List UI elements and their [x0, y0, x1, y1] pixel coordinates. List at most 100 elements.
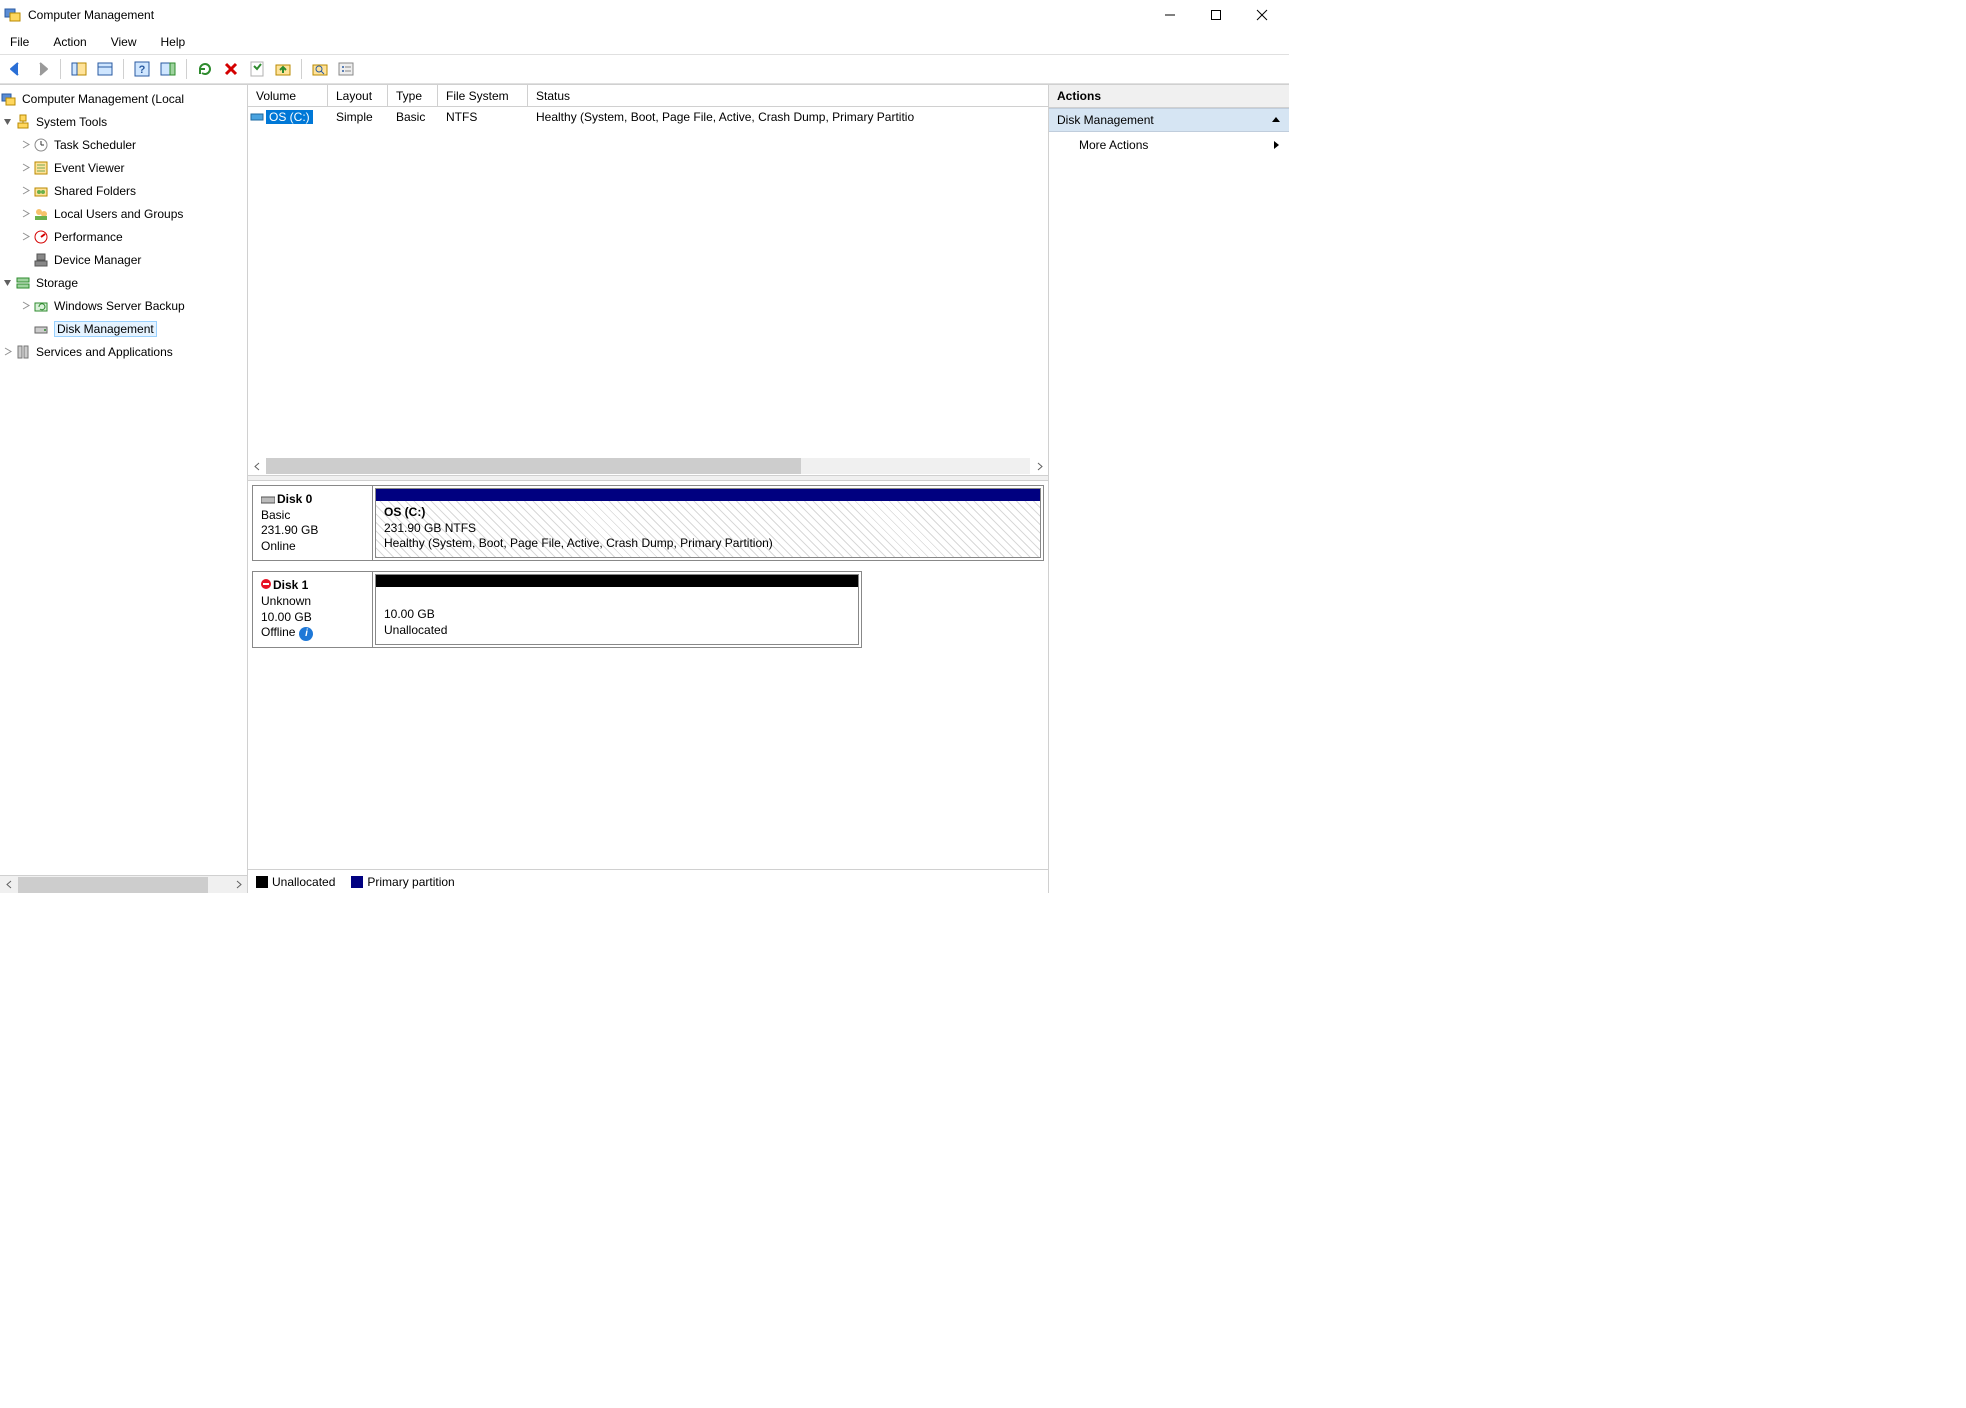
content: Computer Management (Local System Tools …	[0, 84, 1289, 893]
tree-storage[interactable]: Storage	[0, 271, 247, 294]
info-icon[interactable]: i	[299, 627, 313, 641]
scroll-track[interactable]	[266, 458, 1030, 474]
menu-file[interactable]: File	[6, 33, 33, 51]
disk-row-1[interactable]: Disk 1 Unknown 10.00 GB Offlinei 10.00 G…	[252, 571, 862, 647]
tree-local-users[interactable]: Local Users and Groups	[0, 202, 247, 225]
actions-section[interactable]: Disk Management	[1049, 108, 1289, 132]
minimize-button[interactable]	[1147, 0, 1193, 30]
volume-row[interactable]: OS (C:) Simple Basic NTFS Healthy (Syste…	[248, 107, 1048, 127]
tree-devmgr-label: Device Manager	[54, 253, 141, 267]
properties-button[interactable]	[93, 57, 117, 81]
volume-grid-header: Volume Layout Type File System Status	[248, 85, 1048, 107]
menu-action[interactable]: Action	[49, 33, 90, 51]
help-button[interactable]: ?	[130, 57, 154, 81]
actions-more[interactable]: More Actions	[1049, 132, 1289, 158]
chevron-right-icon[interactable]	[18, 140, 32, 149]
legend-primary: Primary partition	[351, 875, 454, 889]
actions-section-label: Disk Management	[1057, 113, 1154, 127]
disk1-name: Disk 1	[273, 578, 308, 592]
tree-systools-label: System Tools	[36, 115, 107, 129]
tree-storage-label: Storage	[36, 276, 78, 290]
volume-hscroll[interactable]	[248, 457, 1048, 475]
chevron-right-icon[interactable]	[18, 209, 32, 218]
scroll-right-icon[interactable]	[1030, 458, 1048, 474]
disk-row-0[interactable]: Disk 0 Basic 231.90 GB Online OS (C:) 23…	[252, 485, 1044, 561]
scroll-left-icon[interactable]	[0, 877, 18, 893]
chevron-right-icon[interactable]	[18, 163, 32, 172]
col-filesystem[interactable]: File System	[438, 85, 528, 106]
chevron-up-icon	[1271, 115, 1281, 125]
tree-device-manager[interactable]: Device Manager	[0, 248, 247, 271]
toolbar: ?	[0, 54, 1289, 84]
col-layout[interactable]: Layout	[328, 85, 388, 106]
tree-wsb[interactable]: Windows Server Backup	[0, 294, 247, 317]
partition-os-c[interactable]: OS (C:) 231.90 GB NTFS Healthy (System, …	[375, 488, 1041, 558]
back-button[interactable]	[4, 57, 28, 81]
tree-shared-label: Shared Folders	[54, 184, 136, 198]
tree-performance[interactable]: Performance	[0, 225, 247, 248]
tree-root-label: Computer Management (Local	[22, 92, 184, 106]
tree-event-label: Event Viewer	[54, 161, 124, 175]
chevron-right-icon	[1271, 140, 1281, 150]
part0-size: 231.90 GB NTFS	[384, 521, 1032, 537]
volume-status: Healthy (System, Boot, Page File, Active…	[528, 110, 1048, 124]
volume-name: OS (C:)	[266, 110, 313, 124]
scroll-right-icon[interactable]	[229, 877, 247, 893]
col-status[interactable]: Status	[528, 85, 1048, 106]
scroll-track[interactable]	[18, 877, 229, 893]
legend-unallocated: Unallocated	[256, 875, 335, 889]
separator	[123, 59, 124, 79]
chevron-down-icon[interactable]	[0, 278, 14, 287]
forward-button[interactable]	[30, 57, 54, 81]
disk0-name: Disk 0	[277, 492, 312, 506]
menu-help[interactable]: Help	[157, 33, 190, 51]
chevron-right-icon[interactable]	[18, 301, 32, 310]
volume-layout: Simple	[328, 110, 388, 124]
window-title: Computer Management	[28, 8, 154, 22]
chevron-down-icon[interactable]	[0, 117, 14, 126]
scroll-left-icon[interactable]	[248, 458, 266, 474]
volume-icon	[250, 110, 264, 124]
part0-name: OS (C:)	[384, 505, 1032, 521]
tree-services-label: Services and Applications	[36, 345, 173, 359]
part1-status: Unallocated	[384, 623, 850, 639]
menubar: File Action View Help	[0, 30, 1289, 54]
close-button[interactable]	[1239, 0, 1285, 30]
tree-root[interactable]: Computer Management (Local	[0, 87, 247, 110]
tree-systools[interactable]: System Tools	[0, 110, 247, 133]
find-button[interactable]	[308, 57, 332, 81]
scroll-thumb[interactable]	[18, 877, 208, 893]
scroll-thumb[interactable]	[266, 458, 801, 474]
disk1-state: Offline	[261, 625, 295, 639]
actions-more-label: More Actions	[1079, 138, 1148, 152]
partition-unallocated[interactable]: 10.00 GB Unallocated	[375, 574, 859, 644]
separator	[60, 59, 61, 79]
tree-shared-folders[interactable]: Shared Folders	[0, 179, 247, 202]
chevron-right-icon[interactable]	[0, 347, 14, 356]
show-hide-tree-button[interactable]	[67, 57, 91, 81]
up-folder-button[interactable]	[271, 57, 295, 81]
chevron-right-icon[interactable]	[18, 186, 32, 195]
tree-disk-management[interactable]: Disk Management	[0, 317, 247, 340]
actions-pane: Actions Disk Management More Actions	[1049, 85, 1289, 893]
menu-view[interactable]: View	[107, 33, 141, 51]
error-icon	[261, 579, 271, 589]
tree-task-label: Task Scheduler	[54, 138, 136, 152]
delete-button[interactable]	[219, 57, 243, 81]
col-volume[interactable]: Volume	[248, 85, 328, 106]
maximize-button[interactable]	[1193, 0, 1239, 30]
action-pane-button[interactable]	[156, 57, 180, 81]
properties-sheet-button[interactable]	[245, 57, 269, 81]
settings-button[interactable]	[334, 57, 358, 81]
tree-task-scheduler[interactable]: Task Scheduler	[0, 133, 247, 156]
chevron-right-icon[interactable]	[18, 232, 32, 241]
tree-hscroll[interactable]	[0, 875, 247, 893]
tree-pane: Computer Management (Local System Tools …	[0, 85, 248, 893]
tree-perf-label: Performance	[54, 230, 123, 244]
tree-services[interactable]: Services and Applications	[0, 340, 247, 363]
col-type[interactable]: Type	[388, 85, 438, 106]
disk-area: Disk 0 Basic 231.90 GB Online OS (C:) 23…	[248, 481, 1048, 869]
titlebar: Computer Management	[0, 0, 1289, 30]
refresh-button[interactable]	[193, 57, 217, 81]
tree-event-viewer[interactable]: Event Viewer	[0, 156, 247, 179]
